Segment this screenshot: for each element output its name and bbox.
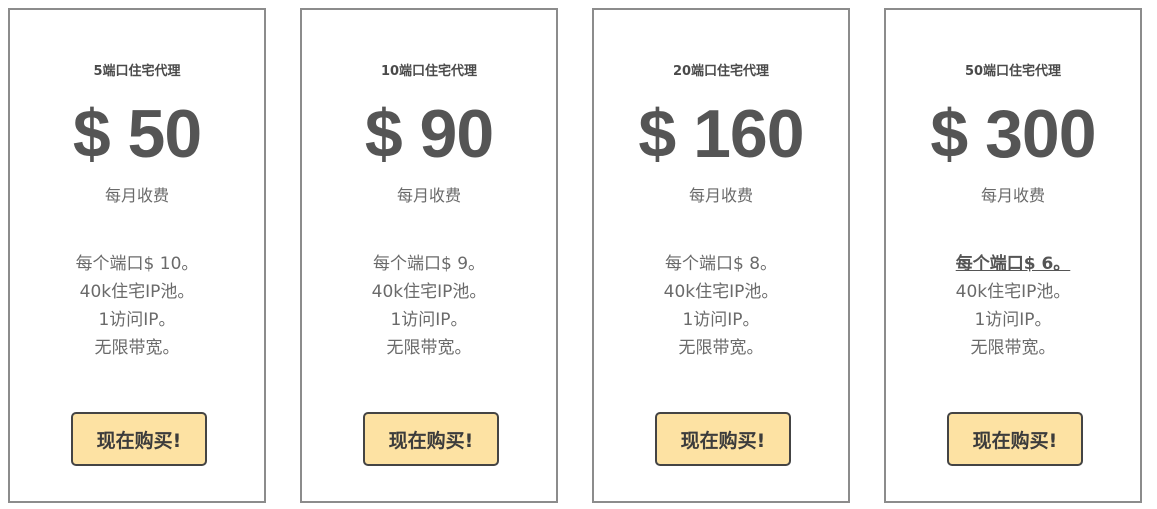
feature-item: 每个端口$ 9。 — [372, 254, 486, 274]
plan-title: 50端口住宅代理 — [964, 64, 1062, 79]
feature-list: 每个端口$ 8。 40k住宅IP池。 1访问IP。 无限带宽。 — [594, 250, 848, 362]
plan-price: $ 300 — [930, 96, 1096, 172]
feature-item: 40k住宅IP池。 — [371, 282, 487, 302]
feature-item: 40k住宅IP池。 — [663, 282, 779, 302]
billing-period: 每月收费 — [980, 186, 1045, 205]
buy-now-button[interactable]: 现在购买! — [363, 412, 499, 466]
billing-period: 每月收费 — [396, 186, 461, 205]
feature-list: 每个端口$ 10。 40k住宅IP池。 1访问IP。 无限带宽。 — [10, 250, 264, 362]
feature-item: 40k住宅IP池。 — [79, 282, 195, 302]
feature-item: 每个端口$ 8。 — [664, 254, 778, 274]
plan-price: $ 90 — [364, 96, 494, 172]
feature-item: 无限带宽。 — [386, 338, 472, 358]
feature-item: 无限带宽。 — [678, 338, 764, 358]
pricing-card-10-ports: 10端口住宅代理 $ 90 每月收费 每个端口$ 9。 40k住宅IP池。 1访… — [300, 8, 558, 503]
buy-now-button[interactable]: 现在购买! — [947, 412, 1083, 466]
feature-item: 1访问IP。 — [98, 310, 176, 330]
buy-now-button[interactable]: 现在购买! — [655, 412, 791, 466]
feature-item: 1访问IP。 — [974, 310, 1052, 330]
feature-item: 无限带宽。 — [970, 338, 1056, 358]
feature-item: 40k住宅IP池。 — [955, 282, 1071, 302]
feature-item: 1访问IP。 — [390, 310, 468, 330]
plan-price: $ 160 — [638, 96, 804, 172]
pricing-card-5-ports: 5端口住宅代理 $ 50 每月收费 每个端口$ 10。 40k住宅IP池。 1访… — [8, 8, 266, 503]
feature-item: 1访问IP。 — [682, 310, 760, 330]
feature-item: 无限带宽。 — [94, 338, 180, 358]
feature-list: 每个端口$ 9。 40k住宅IP池。 1访问IP。 无限带宽。 — [302, 250, 556, 362]
pricing-card-50-ports: 50端口住宅代理 $ 300 每月收费 每个端口$ 6。 40k住宅IP池。 1… — [884, 8, 1142, 503]
feature-item-highlighted[interactable]: 每个端口$ 6。 — [886, 250, 1140, 278]
pricing-card-20-ports: 20端口住宅代理 $ 160 每月收费 每个端口$ 8。 40k住宅IP池。 1… — [592, 8, 850, 503]
feature-item: 每个端口$ 10。 — [75, 254, 199, 274]
buy-now-button[interactable]: 现在购买! — [71, 412, 207, 466]
feature-list: 每个端口$ 6。 40k住宅IP池。 1访问IP。 无限带宽。 — [886, 250, 1140, 362]
plan-price: $ 50 — [72, 96, 202, 172]
plan-title: 20端口住宅代理 — [672, 64, 770, 79]
plan-title: 10端口住宅代理 — [380, 64, 478, 79]
billing-period: 每月收费 — [104, 186, 169, 205]
billing-period: 每月收费 — [688, 186, 753, 205]
plan-title: 5端口住宅代理 — [93, 64, 181, 79]
